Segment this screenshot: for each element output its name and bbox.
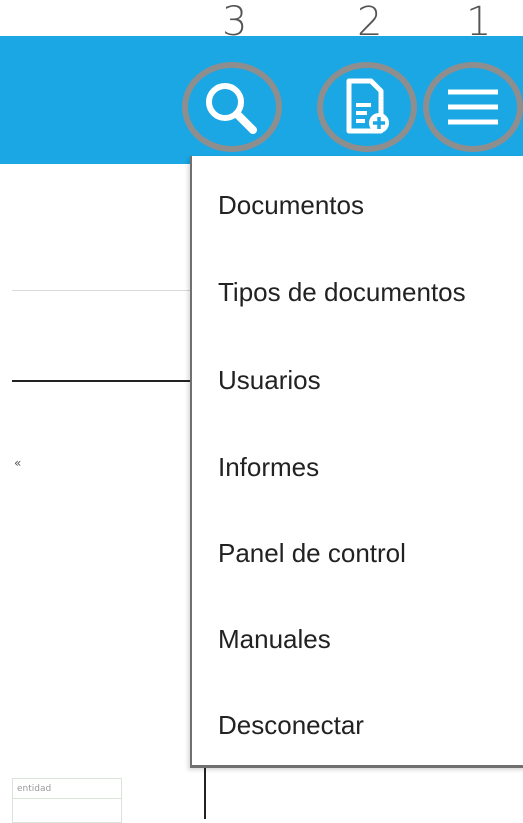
background-table-header: entidad bbox=[13, 779, 121, 799]
main-dropdown-menu: Documentos Tipos de documentos Usuarios … bbox=[190, 156, 523, 768]
menu-item-tipos-de-documentos[interactable]: Tipos de documentos bbox=[218, 277, 466, 307]
hamburger-menu-icon bbox=[448, 89, 498, 125]
search-icon bbox=[206, 83, 257, 134]
new-document-button[interactable] bbox=[317, 62, 417, 152]
menu-item-informes[interactable]: Informes bbox=[218, 452, 319, 482]
background-vertical-line bbox=[204, 768, 206, 819]
menu-item-panel-de-control[interactable]: Panel de control bbox=[218, 538, 406, 568]
background-rule bbox=[12, 380, 192, 382]
menu-button[interactable] bbox=[423, 62, 523, 152]
background-table: entidad bbox=[12, 778, 122, 823]
background-divider bbox=[12, 290, 192, 291]
menu-item-desconectar[interactable]: Desconectar bbox=[218, 710, 364, 740]
menu-item-usuarios[interactable]: Usuarios bbox=[218, 365, 321, 395]
search-button[interactable] bbox=[182, 62, 282, 152]
background-fragment-mark: « bbox=[14, 456, 22, 470]
menu-item-manuales[interactable]: Manuales bbox=[218, 624, 331, 654]
new-document-icon bbox=[346, 78, 389, 134]
menu-item-documentos[interactable]: Documentos bbox=[218, 190, 364, 220]
